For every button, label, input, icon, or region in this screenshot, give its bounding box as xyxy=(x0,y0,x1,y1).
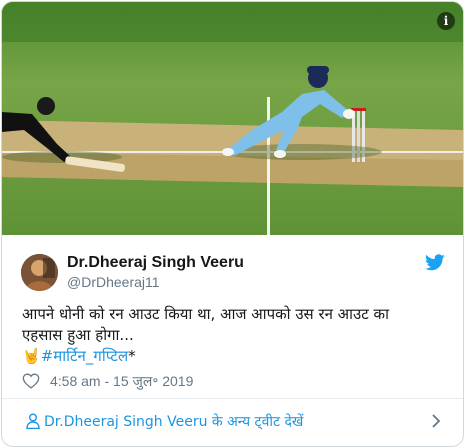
timestamp[interactable]: 4:58 am - 15 जुल॰ 2019 xyxy=(50,372,193,391)
person-icon xyxy=(26,413,40,429)
author-handle[interactable]: @DrDheeraj11 xyxy=(67,274,160,290)
more-tweets-link[interactable]: Dr.Dheeraj Singh Veeru के अन्य ट्वीट देख… xyxy=(44,412,303,431)
embedded-tweet-card: i Dr.Dheeraj Singh Veeru @DrDheeraj11 आप… xyxy=(1,1,464,447)
tweet-text-line: एहसास हुआ होगा... xyxy=(22,326,134,344)
chevron-right-icon[interactable] xyxy=(431,414,441,428)
tweet-photo[interactable]: i xyxy=(2,2,463,235)
tweet-body: आपने धोनी को रन आउट किया था, आज आपको उस … xyxy=(22,304,442,367)
trailing-text: * xyxy=(128,347,136,365)
twitter-bird-icon[interactable] xyxy=(425,254,445,271)
hand-emoji: 🤘 xyxy=(22,347,41,365)
tweet-header: Dr.Dheeraj Singh Veeru @DrDheeraj11 xyxy=(2,235,463,293)
hashtag-line: 🤘#मार्टिन_गप्टिल* xyxy=(22,346,442,367)
author-name[interactable]: Dr.Dheeraj Singh Veeru xyxy=(67,254,244,272)
cricket-run-out-photo xyxy=(2,2,463,235)
avatar[interactable] xyxy=(21,254,58,291)
info-button[interactable]: i xyxy=(437,12,455,30)
tweet-meta: 4:58 am - 15 जुल॰ 2019 xyxy=(22,370,193,392)
more-tweets-footer[interactable]: Dr.Dheeraj Singh Veeru के अन्य ट्वीट देख… xyxy=(2,398,463,446)
heart-icon[interactable] xyxy=(22,373,40,389)
hashtag-link[interactable]: #मार्टिन_गप्टिल xyxy=(41,347,128,365)
tweet-text-line: आपने धोनी को रन आउट किया था, आज आपको उस … xyxy=(22,305,389,323)
avatar-image xyxy=(21,254,58,291)
